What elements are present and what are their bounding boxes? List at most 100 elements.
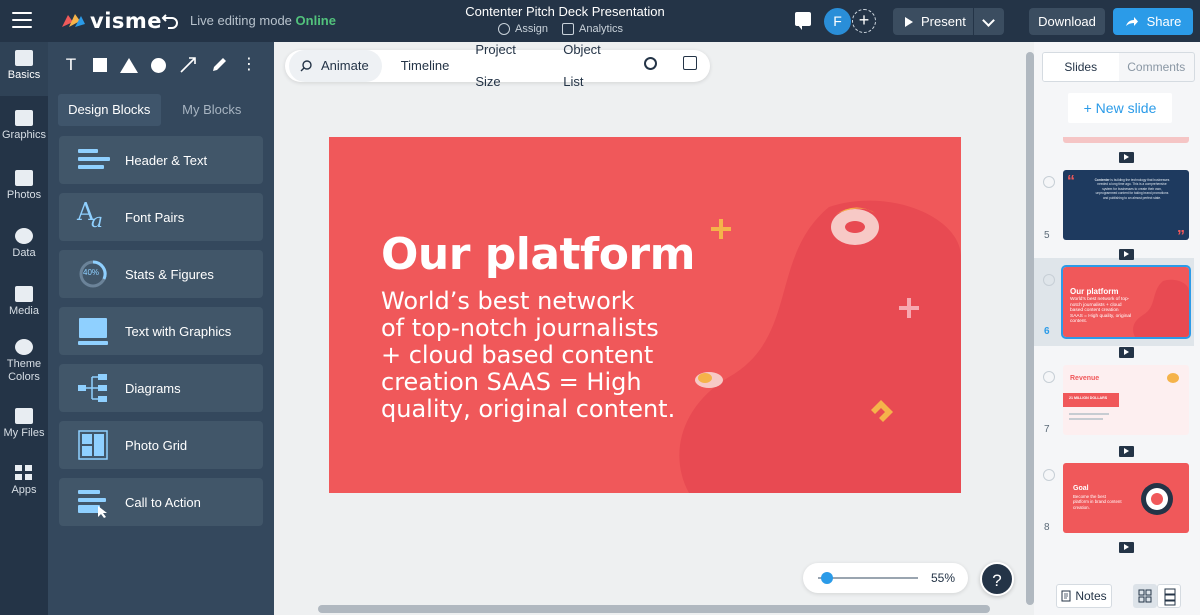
photo-grid-icon [75,430,111,460]
rail-item-data[interactable]: Data [0,228,48,260]
thumb-title: Our platform [1070,287,1119,296]
rail-item-theme-colors[interactable]: Theme Colors [0,339,48,384]
rail-item-media[interactable]: Media [0,286,48,318]
visme-logo-icon [62,14,85,27]
slide-number: 5 [1044,230,1050,241]
vertical-scrollbar[interactable] [1026,52,1034,605]
slide-select-checkbox[interactable] [1043,469,1055,481]
live-editing-mode: Live editing mode Online [190,13,336,28]
stats-icon: 40% [75,259,111,289]
block-font-pairs[interactable]: A a Font Pairs [59,193,263,241]
download-button[interactable]: Download [1029,8,1105,35]
share-label: Share [1146,14,1182,29]
gear-icon [644,57,657,70]
list-view-icon[interactable] [1157,584,1181,608]
rail-item-basics[interactable]: Basics [0,42,48,96]
tab-my-blocks[interactable]: My Blocks [161,94,264,126]
share-button[interactable]: Share [1113,8,1193,35]
slide-select-checkbox[interactable] [1043,274,1055,286]
basic-tools: T ⋮ [56,52,266,78]
object-list-button[interactable]: Object List [550,34,631,98]
rail-label: Theme Colors [6,358,42,383]
slide-thumbnail-7[interactable]: Revenue 21 MILLION DOLLARS [1063,365,1189,435]
slide-canvas[interactable]: Our platform World’s best network of top… [329,137,961,493]
block-stats-figures[interactable]: 40% Stats & Figures [59,250,263,298]
block-photo-grid[interactable]: Photo Grid [59,421,263,469]
notes-label: Notes [1075,589,1107,603]
slide-thumbnail-8[interactable]: Goal Become the best platform in brand c… [1063,463,1189,533]
tab-comments[interactable]: Comments [1119,53,1195,81]
design-blocks-list: Header & Text A a Font Pairs 40% Stats &… [59,136,263,535]
thumb-body: 21 MILLION DOLLARS [1069,396,1108,400]
animate-button[interactable]: Animate [289,50,382,82]
line-tool-icon[interactable] [179,56,197,74]
rail-label: Apps [11,484,37,496]
slide-number: 6 [1044,326,1050,337]
text-tool-icon[interactable]: T [62,56,80,74]
project-size-button[interactable]: Project Size [462,34,550,98]
call-to-action-icon [75,487,111,518]
circle-tool-icon[interactable] [151,57,166,73]
thumb-title: Contenter [1094,178,1110,182]
canvas-toolbar: Animate Timeline Project Size Object Lis… [285,42,710,89]
add-collaborator-icon[interactable]: + [852,9,876,33]
slide-thumbnail-5[interactable]: “ Contenter is building the technology t… [1063,170,1189,240]
rail-item-photos[interactable]: Photos [0,170,48,202]
timeline-button[interactable]: Timeline [388,50,463,82]
play-icon [905,16,913,27]
quote-open-icon: “ [1067,173,1075,190]
slide-body[interactable]: World’s best network of top-notch journa… [381,288,701,423]
slide-select-checkbox[interactable] [1043,371,1055,383]
rail-item-graphics[interactable]: Graphics [0,110,48,142]
new-slide-button[interactable]: + New slide [1068,93,1172,123]
rail-item-my-files[interactable]: My Files [0,408,48,440]
zoom-slider-handle[interactable] [821,572,833,584]
block-text-with-graphics[interactable]: Text with Graphics [59,307,263,355]
transition-icon[interactable] [1119,249,1134,260]
notes-icon [1061,590,1071,602]
grid-view-icon[interactable] [1133,584,1157,608]
rail-label: Photos [6,189,42,201]
logo-text: visme [90,9,163,33]
tab-slides[interactable]: Slides [1043,53,1119,81]
more-tools-icon[interactable]: ⋮ [241,56,257,74]
avatar[interactable]: F [824,8,851,35]
transition-icon[interactable] [1119,152,1134,163]
quote-close-icon: ” [1177,228,1185,240]
settings-button[interactable] [631,50,670,82]
left-rail: Basics Graphics Photos Data Media Theme … [0,42,48,615]
transition-icon[interactable] [1119,347,1134,358]
menu-icon[interactable] [12,12,32,28]
present-options-chevron-icon[interactable] [974,8,1004,35]
stats-icon-label: 40% [83,268,100,277]
document-title[interactable]: Contenter Pitch Deck Presentation [400,4,730,19]
block-label: Font Pairs [125,209,185,225]
zoom-fit-button[interactable] [670,50,710,82]
block-header-text[interactable]: Header & Text [59,136,263,184]
block-diagrams[interactable]: Diagrams [59,364,263,412]
rectangle-tool-icon[interactable] [93,58,107,72]
slide-title[interactable]: Our platform [381,229,695,280]
chat-icon[interactable] [795,12,811,30]
media-icon [15,286,33,302]
zoom-control: 55% [803,563,968,593]
tab-design-blocks[interactable]: Design Blocks [58,94,161,126]
help-button[interactable]: ? [980,562,1014,596]
undo-icon[interactable] [160,10,180,30]
notes-button[interactable]: Notes [1056,584,1112,608]
rail-item-apps[interactable]: Apps [0,465,48,497]
horizontal-scrollbar[interactable] [318,605,990,613]
logo[interactable]: visme [60,8,162,34]
block-label: Text with Graphics [125,323,232,339]
slide-select-checkbox[interactable] [1043,176,1055,188]
share-icon [1125,16,1138,26]
present-button[interactable]: Present [893,8,973,35]
triangle-tool-icon[interactable] [120,57,138,73]
pen-tool-icon[interactable] [210,56,228,74]
rail-label: Data [12,247,36,259]
zoom-slider-track[interactable] [818,577,918,579]
transition-icon[interactable] [1119,542,1134,553]
slide-thumbnail-6[interactable]: Our platform World’s best network of top… [1061,265,1191,339]
block-call-to-action[interactable]: Call to Action [59,478,263,526]
transition-icon[interactable] [1119,446,1134,457]
